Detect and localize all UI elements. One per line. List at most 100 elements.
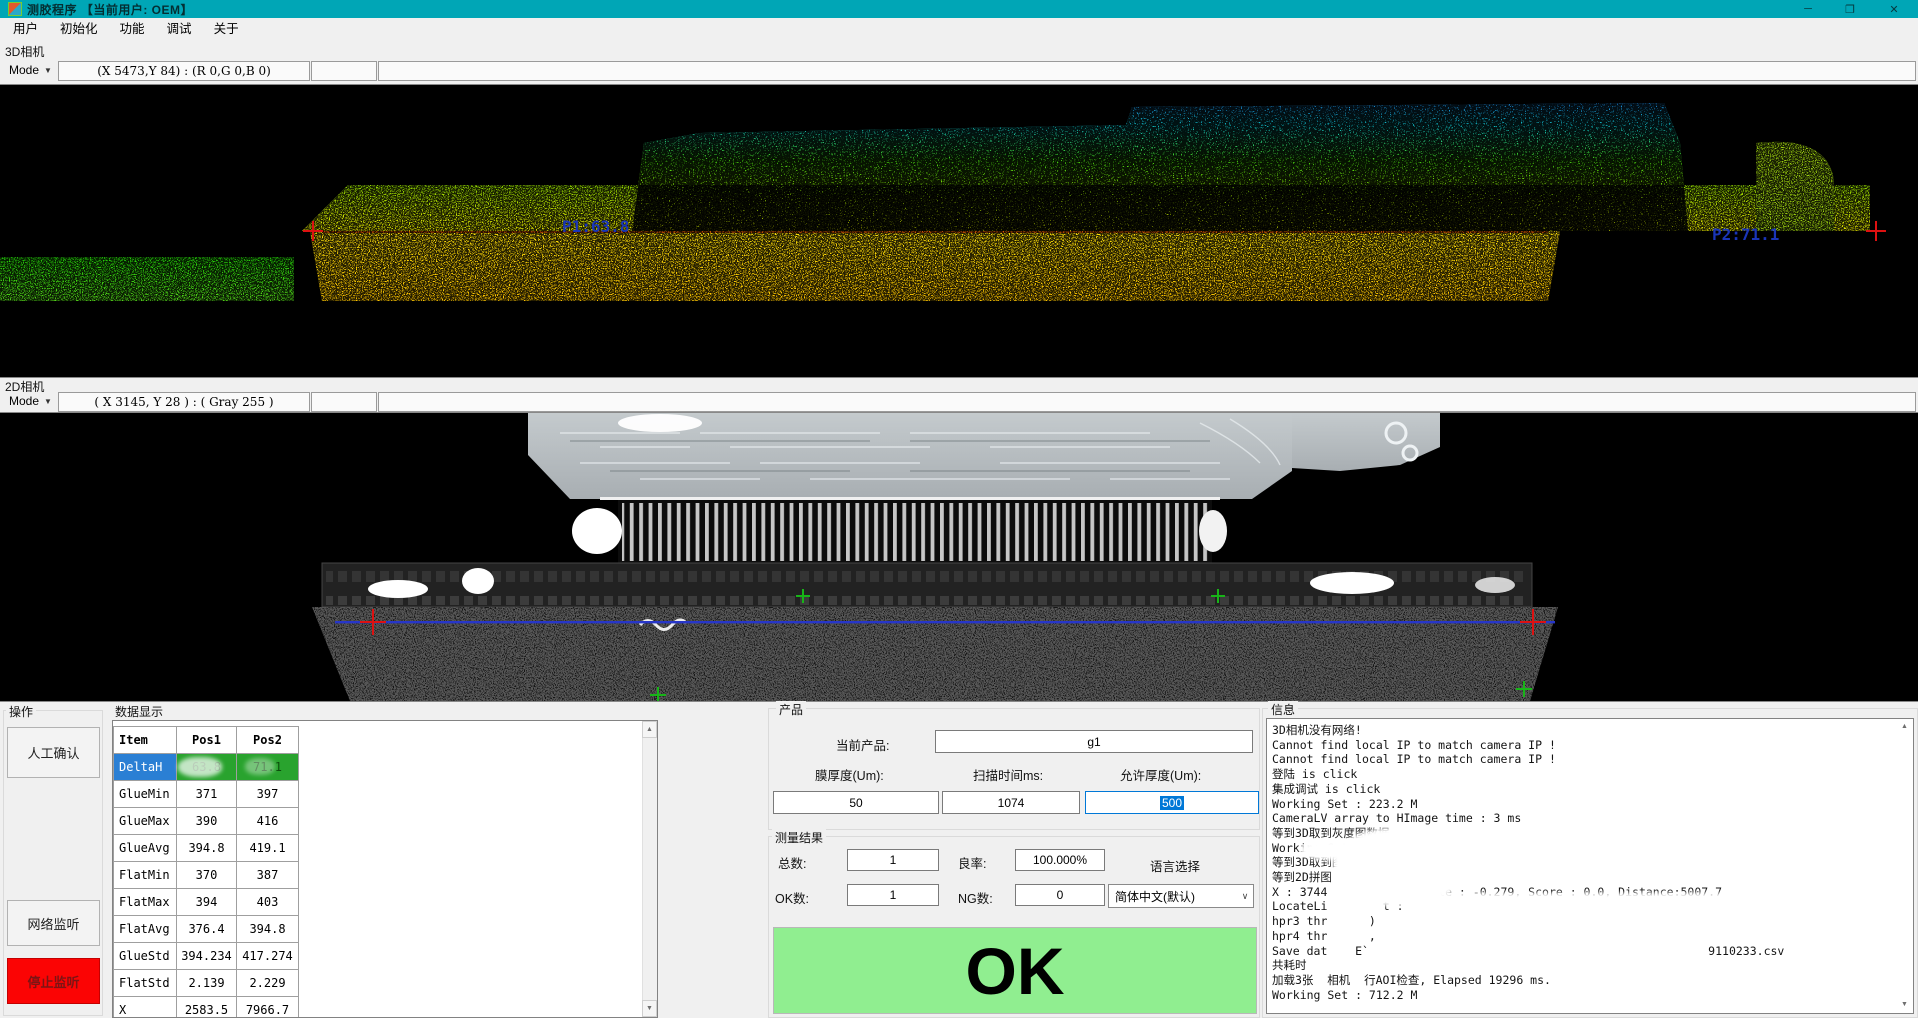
cell-glueavg-pos1: 394.8 [177,835,237,862]
cell-gluestd-pos2: 417.274 [237,943,299,970]
mode-button-3d[interactable]: Mode▼ [3,61,58,79]
redaction-smudge [178,757,222,777]
cell-gluemin-pos1: 371 [177,781,237,808]
table-row-x[interactable]: X2583.57966.7 [114,997,299,1018]
pixel-status-2d: ( X 3145, Y 28 ) : ( Gray 255 ) [58,392,310,412]
ng-count-field[interactable]: 0 [1015,884,1105,906]
stop-listen-button[interactable]: 停止监听 [7,958,100,1004]
app-window: { "window": { "title": "测胶程序 【当前用户: OEM】… [0,0,1918,1017]
maximize-button[interactable]: ❐ [1832,0,1868,18]
log-line-17: 加载3张 相机 行AOI检查, Elapsed 19296 ms. [1272,973,1784,988]
network-listen-button[interactable]: 网络监听 [7,900,100,946]
cell-x-pos1: 2583.5 [177,997,237,1018]
cell-gluestd-item: GlueStd [114,943,177,970]
cell-flatmax-pos2: 403 [237,889,299,916]
cell-flatmin-item: FlatMin [114,862,177,889]
minimize-button[interactable]: ─ [1790,0,1826,18]
info-group-label: 信息 [1268,701,1298,718]
scroll-down-button[interactable]: ▼ [1898,997,1911,1012]
yield-field[interactable]: 100.000% [1015,849,1105,871]
cell-gluestd-pos1: 394.234 [177,943,237,970]
cell-gluemax-pos2: 416 [237,808,299,835]
column-header-pos1: Pos1 [177,727,237,754]
chevron-down-icon: ∨ [1237,891,1253,902]
cell-flatavg-item: FlatAvg [114,916,177,943]
pixel-status-3d: (X 5473,Y 84) : (R 0,G 0,B 0) [58,61,310,81]
close-button[interactable]: ✕ [1876,0,1912,18]
menu-item-2[interactable]: 功能 [109,18,156,40]
camera-2d-view[interactable] [0,412,1918,702]
status-box-3d-2 [311,61,377,81]
mode-button-2d[interactable]: Mode▼ [3,392,58,410]
cell-flatavg-pos2: 394.8 [237,916,299,943]
film-thickness-label: 膜厚度(Um): [815,765,884,784]
table-row-gluemin[interactable]: GlueMin371397 [114,781,299,808]
operation-group-label: 操作 [6,703,36,720]
current-product-field[interactable]: g1 [935,730,1253,753]
total-field[interactable]: 1 [847,849,939,871]
results-group-label: 测量结果 [772,829,826,846]
log-line-18: Working Set : 712.2 M [1272,988,1784,1003]
table-row-flatavg[interactable]: FlatAvg376.4394.8 [114,916,299,943]
table-row-gluestd[interactable]: GlueStd394.234417.274 [114,943,299,970]
film-thickness-field[interactable]: 50 [773,791,939,814]
heightmap-3d-view[interactable]: P1:63.8 P2:71.1 [0,84,1918,378]
redaction-smudge [245,758,275,775]
ng-count-label: NG数: [958,888,993,907]
ok-count-field[interactable]: 1 [847,884,939,906]
measure-line [335,621,1555,623]
cell-flatavg-pos1: 376.4 [177,916,237,943]
allow-thickness-field[interactable]: 500 [1085,791,1259,814]
table-row-flatmax[interactable]: FlatMax394403 [114,889,299,916]
log-line-1: Cannot find local IP to match camera IP … [1272,738,1784,753]
column-header-item: Item [114,727,177,754]
cell-flatstd-pos2: 2.229 [237,970,299,997]
p2-annotation: P2:71.1 [1712,225,1779,244]
cell-deltah-item: DeltaH [114,754,177,781]
allow-thickness-label: 允许厚度(Um): [1120,765,1201,784]
menu-item-3[interactable]: 调试 [156,18,203,40]
scroll-down-button[interactable]: ▼ [642,1000,657,1017]
cell-flatmin-pos1: 370 [177,862,237,889]
cell-gluemin-pos2: 397 [237,781,299,808]
log-line-2: Cannot find local IP to match camera IP … [1272,752,1784,767]
table-row-gluemax[interactable]: GlueMax390416 [114,808,299,835]
cell-gluemax-item: GlueMax [114,808,177,835]
p1-annotation: P1:63.8 [562,217,629,236]
log-line-0: 3D相机没有网络! [1272,723,1784,738]
scroll-up-button[interactable]: ▲ [1898,719,1911,734]
log-line-15: Save dat E` 9110233.csv [1272,944,1784,959]
window-title: 测胶程序 【当前用户: OEM】 [27,1,193,18]
log-line-5: Working Set : 223.2 M [1272,797,1784,812]
menu-item-0[interactable]: 用户 [2,18,49,40]
manual-confirm-button[interactable]: 人工确认 [7,727,100,778]
language-dropdown[interactable]: 简体中文(默认) ∨ [1108,884,1254,908]
table-row-flatstd[interactable]: FlatStd2.1392.229 [114,970,299,997]
menu-item-1[interactable]: 初始化 [49,18,109,40]
table-scrollbar[interactable] [642,721,657,1015]
menu-bar: 用户初始化功能调试关于 [0,18,1918,40]
cell-gluemin-item: GlueMin [114,781,177,808]
result-status-display: OK [773,927,1257,1014]
cell-x-pos2: 7966.7 [237,997,299,1018]
camera3d-toolbar: Mode▼ (X 5473,Y 84) : (R 0,G 0,B 0) [0,60,1918,84]
title-bar: 测胶程序 【当前用户: OEM】 [0,0,1918,18]
status-box-3d-3 [378,61,1916,81]
redaction-smudge [1408,893,1758,919]
cell-flatmin-pos2: 387 [237,862,299,889]
scan-time-field[interactable]: 1074 [942,791,1080,814]
table-row-glueavg[interactable]: GlueAvg394.8419.1 [114,835,299,862]
menu-item-4[interactable]: 关于 [203,18,250,40]
scan-time-label: 扫描时间ms: [973,765,1043,784]
cell-glueavg-pos2: 419.1 [237,835,299,862]
table-row-flatmin[interactable]: FlatMin370387 [114,862,299,889]
cell-glueavg-item: GlueAvg [114,835,177,862]
scroll-up-button[interactable]: ▲ [642,721,657,738]
log-line-4: 集成调试 is click [1272,782,1784,797]
column-header-pos2: Pos2 [237,727,299,754]
yield-label: 良率: [958,853,986,872]
ok-count-label: OK数: [775,888,809,907]
cell-gluemax-pos1: 390 [177,808,237,835]
log-line-3: 登陆 is click [1272,767,1784,782]
status-box-2d-2 [311,392,377,412]
